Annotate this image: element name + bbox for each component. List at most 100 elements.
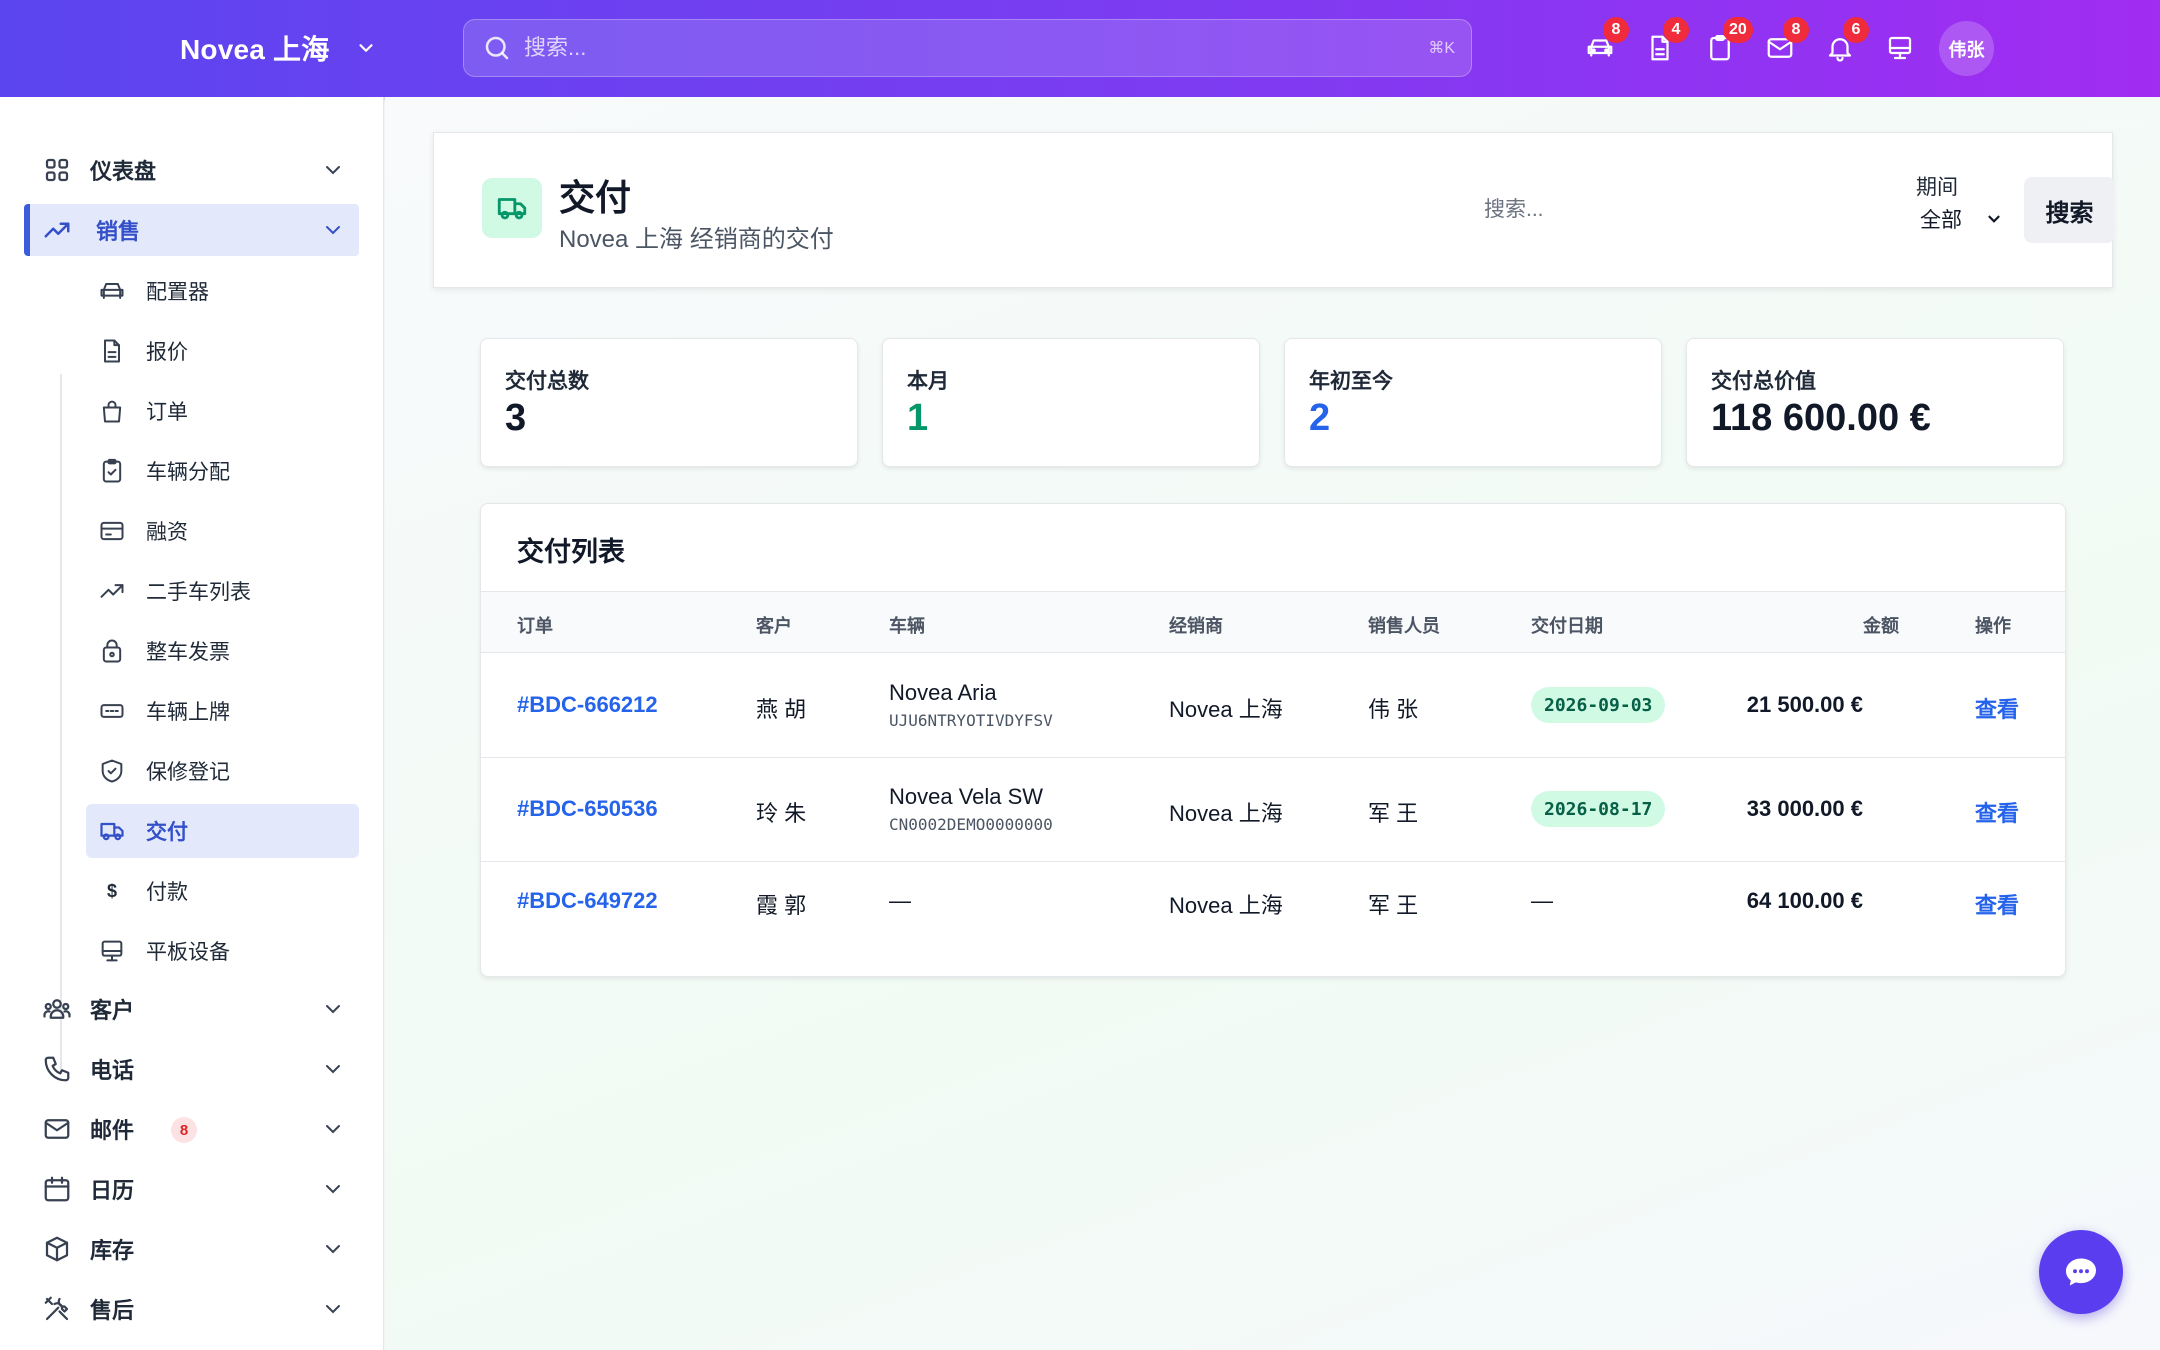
sidebar-item-inventory[interactable]: 库存 (24, 1223, 359, 1275)
view-link[interactable]: 查看 (1975, 796, 2019, 828)
sidebar-item-configurator[interactable]: 配置器 (86, 264, 359, 318)
sidebar-item-customers[interactable]: 客户 (24, 983, 359, 1035)
sidebar-item-vehicle-invoices[interactable]: 整车发票 (86, 624, 359, 678)
mail-icon[interactable]: 8 (1750, 17, 1810, 70)
truck-icon (482, 178, 542, 238)
sidebar-item-label: 交付 (146, 821, 188, 844)
mail-count-badge: 8 (171, 1117, 197, 1143)
sidebar-item-label: 报价 (146, 341, 188, 364)
sidebar-item-payments[interactable]: $ 付款 (86, 864, 359, 918)
car-icon (100, 283, 124, 299)
sidebar-item-tablets[interactable]: 平板设备 (86, 924, 359, 978)
sidebar-item-mail[interactable]: 邮件 8 (24, 1103, 359, 1155)
sidebar-item-label: 客户 (90, 998, 135, 1023)
global-search[interactable]: ⌘K (463, 19, 1472, 77)
stat-value: 1 (907, 397, 929, 439)
stat-card-month: 本月 1 (882, 338, 1260, 467)
page-header: 交付 Novea 上海 经销商的交付 搜索... 期间 全部 搜索 (433, 132, 2115, 288)
sidebar-item-label: 平板设备 (146, 941, 230, 964)
delivery-search-input[interactable]: 搜索... (1484, 193, 1544, 223)
global-search-input[interactable] (512, 35, 1429, 61)
view-link[interactable]: 查看 (1975, 692, 2019, 724)
sidebar-item-label: 邮件 (90, 1118, 135, 1143)
stat-card-ytd: 年初至今 2 (1284, 338, 1662, 467)
car-icon[interactable]: 8 (1570, 17, 1630, 70)
stat-label: 本月 (907, 370, 949, 393)
sidebar-item-delivery[interactable]: 交付 (86, 804, 359, 858)
table-header: 订单 客户 车辆 经销商 销售人员 交付日期 金额 操作 (481, 591, 2065, 653)
customer-name: 玲 朱 (756, 801, 807, 826)
sidebar-item-vehicle-allocation[interactable]: 车辆分配 (86, 444, 359, 498)
calendar-icon (44, 1176, 70, 1202)
clipboard-check-icon (102, 458, 122, 483)
chevron-down-icon (326, 1065, 340, 1074)
sidebar-item-sales[interactable]: 销售 (24, 204, 359, 256)
period-label: 期间 (1916, 176, 1958, 199)
column-header: 经销商 (1169, 616, 1223, 636)
mail-icon (44, 1119, 70, 1139)
chevron-down-icon (326, 1305, 340, 1314)
monitor-icon[interactable] (1870, 26, 1930, 70)
phone-icon (44, 1056, 70, 1082)
stat-value: 3 (505, 397, 527, 439)
table-row[interactable]: #BDC-649722 霞 郭 — Novea 上海 军 王 — 64 100.… (481, 862, 2065, 942)
sidebar-item-aftersales[interactable]: 售后 (24, 1283, 359, 1335)
credit-card-icon (100, 521, 124, 541)
table-row[interactable]: #BDC-666212 燕 胡 Novea Aria UJU6NTRYOTIVD… (481, 654, 2065, 758)
document-icon[interactable]: 4 (1630, 17, 1690, 70)
stat-value: 2 (1309, 397, 1331, 439)
order-link[interactable]: #BDC-649722 (517, 888, 658, 914)
period-select[interactable]: 全部 (1914, 203, 2009, 235)
view-link[interactable]: 查看 (1975, 888, 2019, 920)
dealer-name: Novea 上海 (1169, 893, 1283, 918)
amount: 21 500.00 € (1746, 692, 1863, 717)
delivery-list-title: 交付列表 (517, 537, 625, 567)
vehicle-vin: UJU6NTRYOTIVDYFSV (889, 711, 1053, 730)
column-header: 操作 (1975, 616, 2011, 636)
order-link[interactable]: #BDC-666212 (517, 692, 658, 718)
search-button[interactable]: 搜索 (2024, 177, 2115, 243)
sidebar-item-label: 融资 (146, 521, 188, 544)
clipboard-icon[interactable]: 20 (1690, 17, 1753, 70)
dealer-switcher[interactable]: Novea 上海 (180, 28, 377, 68)
delivery-date-badge: 2026-08-17 (1531, 791, 1666, 827)
column-header: 金额 (1863, 616, 1899, 636)
avatar[interactable]: 伟张 (1939, 21, 1994, 76)
page-title: 交付 (559, 177, 632, 218)
table-row[interactable]: #BDC-650536 玲 朱 Novea Vela SW CN0002DEMO… (481, 758, 2065, 862)
sidebar-item-label: 付款 (146, 881, 188, 904)
trending-up-icon (100, 584, 124, 598)
stat-label: 年初至今 (1309, 370, 1393, 393)
sidebar-item-warranty[interactable]: 保修登记 (86, 744, 359, 798)
sidebar-item-orders[interactable]: 订单 (86, 384, 359, 438)
stat-card-total: 交付总数 3 (480, 338, 858, 467)
sidebar-item-label: 日历 (90, 1178, 135, 1203)
notification-badge: 4 (1663, 17, 1689, 43)
order-link[interactable]: #BDC-650536 (517, 796, 658, 822)
dealer-name: Novea 上海 (1169, 697, 1283, 722)
delivery-date-badge: 2026-09-03 (1531, 687, 1666, 723)
salesperson-name: 伟 张 (1368, 697, 1419, 722)
notification-badge: 8 (1783, 17, 1809, 43)
truck-icon (100, 822, 124, 841)
stat-label: 交付总数 (505, 370, 589, 393)
grid-icon (45, 158, 69, 182)
sidebar-item-calendar[interactable]: 日历 (24, 1163, 359, 1215)
sidebar-item-registration[interactable]: 车辆上牌 (86, 684, 359, 738)
document-icon (104, 339, 120, 363)
main-content: 交付 Novea 上海 经销商的交付 搜索... 期间 全部 搜索 交付总数 3… (385, 97, 2160, 1350)
sidebar-item-used-cars[interactable]: 二手车列表 (86, 564, 359, 618)
customer-name: 燕 胡 (756, 697, 807, 722)
sidebar-item-label: 配置器 (146, 281, 209, 304)
sidebar-item-phone[interactable]: 电话 (24, 1043, 359, 1095)
sidebar-item-financing[interactable]: 融资 (86, 504, 359, 558)
bell-icon[interactable]: 6 (1810, 17, 1870, 70)
sidebar-item-dashboard[interactable]: 仪表盘 (24, 144, 359, 196)
sidebar-item-quotes[interactable]: 报价 (86, 324, 359, 378)
chat-button[interactable] (2039, 1230, 2123, 1314)
chevron-down-icon (1988, 215, 2000, 223)
delivery-list-card: 交付列表 订单 客户 车辆 经销商 销售人员 交付日期 金额 操作 #BDC-6… (480, 503, 2066, 977)
box-icon (45, 1236, 69, 1262)
users-icon (43, 999, 71, 1019)
sidebar: 仪表盘 销售 配置器 报价 订单 车辆分配 融资 二手车列表 整车发票 车辆上牌 (0, 97, 384, 1350)
